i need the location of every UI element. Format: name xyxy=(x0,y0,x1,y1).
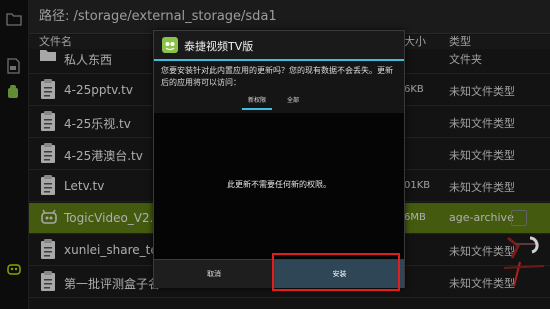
screen: 路径: /storage/external_storage/sda1 文件名 大… xyxy=(0,0,550,309)
watermark-graphic xyxy=(500,228,550,309)
tab-all-permissions[interactable]: 全部 xyxy=(278,95,308,104)
no-new-permissions-text: 此更新不需要任何新的权限。 xyxy=(227,180,331,189)
dialog-title-bar: 泰捷视频TV版 xyxy=(154,31,404,61)
permission-tabs: 新权限 全部 xyxy=(154,91,404,113)
tab-new-permissions[interactable]: 新权限 xyxy=(242,95,272,104)
app-icon xyxy=(162,37,178,53)
permissions-panel: 此更新不需要任何新的权限。 xyxy=(154,113,404,259)
active-tab-indicator xyxy=(242,108,272,110)
install-highlight-box xyxy=(272,253,400,291)
dialog-message: 您要安装针对此内置应用的更新吗？您的现有数据不会丢失。更新后的应用将可以访问： xyxy=(161,66,393,87)
install-update-dialog: 泰捷视频TV版 您要安装针对此内置应用的更新吗？您的现有数据不会丢失。更新后的应… xyxy=(153,30,405,288)
dialog-title: 泰捷视频TV版 xyxy=(184,40,254,53)
cancel-button[interactable]: 取消 xyxy=(154,260,275,288)
